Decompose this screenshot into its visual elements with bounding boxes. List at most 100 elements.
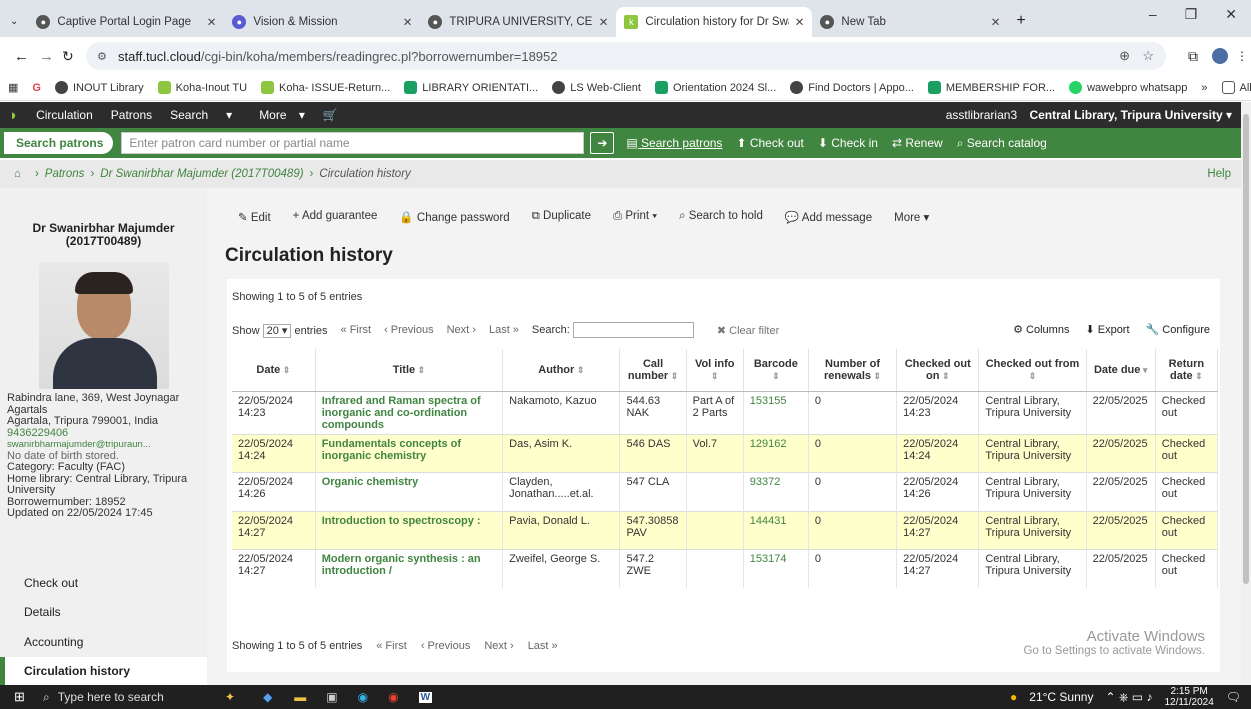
title-link[interactable]: Fundamentals concepts of inorganic chemi… (322, 438, 461, 462)
chrome-icon[interactable]: ◉ (388, 690, 398, 704)
app-icon[interactable]: ◆ (263, 690, 272, 704)
logged-in-user[interactable]: asstlibrarian3 Central Library, Tripura … (928, 108, 1241, 122)
menu-checkout[interactable]: Check out (0, 568, 207, 598)
browser-tab-active[interactable]: k Circulation history for Dr Swani ✕ (616, 7, 813, 37)
nav-more[interactable]: More ▾ (241, 108, 314, 122)
column-header[interactable]: Number of renewals ⇕ (808, 349, 898, 392)
title-link[interactable]: Organic chemistry (322, 476, 419, 488)
last-page[interactable]: Last » (528, 640, 558, 652)
title-link[interactable]: Infrared and Raman spectra of inorganic … (322, 395, 481, 431)
edit-button[interactable]: ✎ Edit (238, 210, 271, 224)
help-link[interactable]: Help (1207, 168, 1231, 180)
taskbar-search[interactable]: ⌕ Type here to search (43, 685, 203, 709)
column-header[interactable]: Vol info ⇕ (686, 349, 744, 392)
koha-logo-icon[interactable]: ◗ (0, 107, 27, 124)
bookmark[interactable]: Koha- ISSUE-Return... (261, 81, 390, 94)
file-explorer-icon[interactable]: ▬ (294, 690, 306, 704)
column-header[interactable]: Checked out on ⇕ (896, 349, 980, 392)
tray-icons[interactable]: ⌃ ⎈ ▭ ♪ (1105, 690, 1152, 705)
checkin-link[interactable]: ⬇ Check in (818, 136, 878, 151)
google-icon[interactable]: G (32, 82, 41, 94)
close-icon[interactable]: ✕ (599, 15, 609, 29)
browser-tab[interactable]: ● Vision & Mission ✕ (224, 7, 420, 37)
weather[interactable]: 21°C Sunny (1029, 690, 1093, 704)
notification-icon[interactable]: 🗨 (1226, 690, 1241, 704)
next-page[interactable]: Next › (484, 640, 513, 652)
bookmark[interactable]: LIBRARY ORIENTATI... (404, 81, 538, 94)
close-icon[interactable]: ✕ (991, 15, 1001, 29)
barcode-link[interactable]: 153155 (750, 395, 787, 407)
scrollbar-thumb[interactable] (1243, 114, 1249, 584)
breadcrumb-patron[interactable]: Dr Swanirbhar Majumder (2017T00489) (100, 168, 303, 180)
nav-circulation[interactable]: Circulation (27, 108, 102, 122)
column-header[interactable]: Return date ⇕ (1155, 349, 1219, 392)
bookmark[interactable]: INOUT Library (54, 81, 144, 94)
add-guarantee-button[interactable]: + Add guarantee (293, 210, 378, 224)
next-page[interactable]: Next › (447, 324, 476, 336)
column-header[interactable]: Checked out from ⇕ (978, 349, 1087, 392)
menu-circulation-history[interactable]: Circulation history (0, 656, 207, 686)
menu-icon[interactable]: ⋮ (1236, 49, 1248, 63)
column-header[interactable]: Author ⇕ (502, 349, 621, 392)
widgets-icon[interactable]: ✦ (225, 690, 235, 704)
barcode-link[interactable]: 93372 (750, 476, 781, 488)
close-window-icon[interactable]: ✕ (1225, 6, 1237, 23)
print-button[interactable]: ⎙ Print ▾ (613, 210, 657, 224)
barcode-link[interactable]: 144431 (750, 515, 787, 527)
duplicate-button[interactable]: ⧉ Duplicate (532, 210, 591, 224)
last-page[interactable]: Last » (489, 324, 519, 336)
browser-tab[interactable]: ●TRIPURA UNIVERSITY, CENTRAL✕ (420, 7, 616, 37)
bookmark[interactable]: Orientation 2024 Sl... (654, 81, 776, 94)
all-bookmarks[interactable]: All Bookmarks (1221, 81, 1251, 94)
close-icon[interactable]: ✕ (207, 15, 217, 29)
prev-page[interactable]: ‹ Previous (421, 640, 471, 652)
clock[interactable]: 2:15 PM 12/11/2024 (1164, 686, 1213, 708)
extensions-icon[interactable]: ⧉ (1188, 48, 1198, 65)
barcode-link[interactable]: 153174 (750, 553, 787, 565)
search-to-hold-button[interactable]: ⌕ Search to hold (679, 210, 763, 224)
nav-search[interactable]: Search (161, 108, 217, 122)
windows-start-icon[interactable]: ⊞ (14, 689, 25, 705)
bookmark[interactable]: Koha-Inout TU (157, 81, 247, 94)
close-icon[interactable]: ✕ (795, 15, 805, 29)
renew-link[interactable]: ⇄ Renew (892, 136, 943, 151)
scrollbar[interactable] (1241, 102, 1251, 685)
add-message-button[interactable]: 💬 Add message (785, 210, 872, 224)
reload-icon[interactable]: ↻ (62, 48, 74, 65)
export-button[interactable]: ⬇ Export (1085, 323, 1129, 336)
clear-filter-button[interactable]: ✖ Clear filter (717, 324, 779, 337)
column-header[interactable]: Title ⇕ (315, 349, 504, 392)
title-link[interactable]: Modern organic synthesis : an introducti… (322, 553, 481, 577)
menu-accounting[interactable]: Accounting (0, 627, 207, 657)
back-icon[interactable]: ← (14, 48, 29, 65)
new-tab-icon[interactable]: + (1016, 12, 1025, 30)
patron-phone[interactable]: 9436229406 (7, 427, 207, 440)
first-page[interactable]: « First (341, 324, 372, 336)
prev-page[interactable]: ‹ Previous (384, 324, 434, 336)
bookmark[interactable]: LS Web-Client (552, 81, 641, 94)
edge-icon[interactable]: ◉ (358, 690, 368, 704)
browser-tab[interactable]: ● Captive Portal Login Page ✕ (28, 7, 224, 37)
columns-button[interactable]: ⚙ Columns (1013, 323, 1069, 336)
first-page[interactable]: « First (376, 640, 407, 652)
search-patrons-link[interactable]: ▤ Search patrons (626, 136, 722, 151)
column-header[interactable]: Date ⇕ (232, 349, 316, 392)
bookmark[interactable]: Find Doctors | Appo... (790, 81, 914, 94)
column-header[interactable]: Call number ⇕ (619, 349, 687, 392)
column-header[interactable]: Barcode ⇕ (743, 349, 809, 392)
profile-icon[interactable] (1212, 48, 1228, 64)
title-link[interactable]: Introduction to spectroscopy : (322, 515, 481, 527)
zoom-icon[interactable]: ⊕ (1119, 48, 1130, 64)
barcode-link[interactable]: 129162 (750, 438, 787, 450)
close-icon[interactable]: ✕ (403, 15, 413, 29)
site-info-icon[interactable]: ⚙ (97, 50, 107, 63)
more-button[interactable]: More ▾ (894, 210, 929, 224)
bookmark[interactable]: MEMBERSHIP FOR... (927, 81, 1055, 94)
table-search-input[interactable] (572, 322, 694, 338)
bookmark[interactable]: wawebpro whatsapp (1069, 81, 1187, 94)
breadcrumb-patrons[interactable]: Patrons (45, 168, 85, 180)
minimize-icon[interactable]: – (1149, 6, 1157, 23)
page-size-select[interactable]: 20 ▾ (262, 323, 292, 338)
star-icon[interactable]: ☆ (1142, 48, 1154, 64)
home-icon[interactable]: ⌂ (14, 168, 21, 180)
